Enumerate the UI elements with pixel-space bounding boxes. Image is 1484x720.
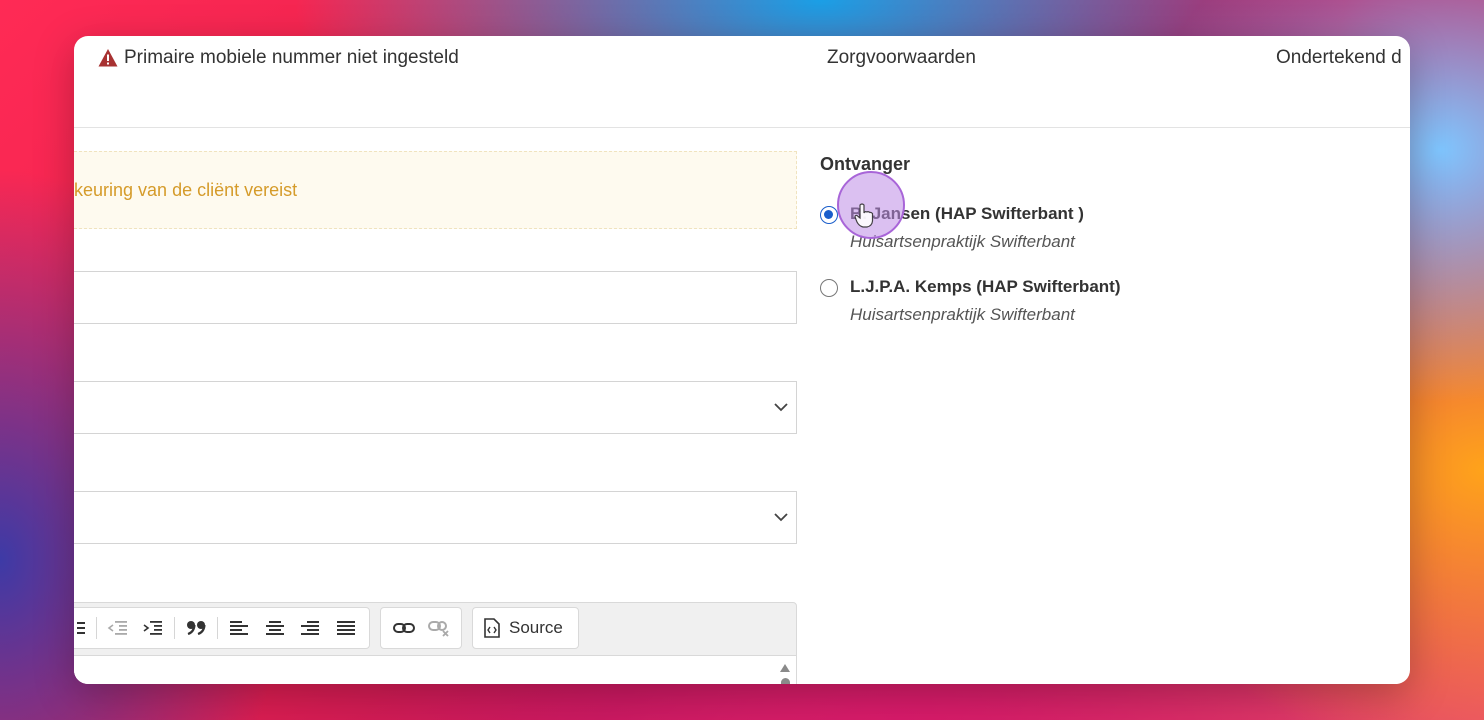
list-icon: [76, 622, 85, 634]
source-label: Source: [509, 618, 563, 637]
signed-text: Ondertekend d: [1276, 47, 1402, 68]
indent-button[interactable]: [138, 613, 168, 643]
text-input-field[interactable]: [74, 271, 797, 324]
toolbar-separator: [174, 617, 176, 639]
align-right-button[interactable]: [295, 613, 325, 643]
rich-text-editor: Source: [74, 602, 797, 684]
warning-triangle-icon: [98, 49, 118, 67]
mobile-number-warning: Primaire mobiele nummer niet ingesteld: [98, 46, 459, 70]
align-right-icon: [301, 621, 320, 635]
alert-text: dkeuring van de cliënt vereist: [74, 180, 298, 200]
editor-content-area[interactable]: [74, 655, 796, 684]
recipient-radio-1[interactable]: [820, 206, 838, 224]
toolbar-link-group: [380, 607, 462, 649]
toolbar-separator: [216, 617, 218, 639]
recipient-name: L.J.P.A. Kemps (HAP Swifterbant): [850, 277, 1121, 296]
care-conditions-text: Zorgvoorwaarden: [827, 47, 976, 68]
recipient-details-2: L.J.P.A. Kemps (HAP Swifterbant) Huisart…: [850, 277, 1120, 325]
align-left-icon: [229, 621, 248, 635]
recipient-title: Ontvanger: [820, 154, 911, 174]
align-left-button[interactable]: [224, 613, 254, 643]
recipient-option-2[interactable]: L.J.P.A. Kemps (HAP Swifterbant) Huisart…: [820, 277, 1120, 325]
link-button[interactable]: [389, 613, 418, 643]
recipient-organization: Huisartsenpraktijk Swifterbant: [850, 305, 1075, 324]
app-window: Primaire mobiele nummer niet ingesteld Z…: [74, 36, 1410, 684]
blockquote-icon: [187, 621, 206, 636]
recipient-panel: Ontvanger B. Jansen (HAP Swifterbant ) H…: [820, 154, 1380, 324]
align-center-icon: [265, 621, 284, 635]
scrollbar-thumb[interactable]: [781, 678, 790, 684]
indent-icon: [143, 621, 163, 635]
unlink-icon: [427, 621, 449, 637]
source-button[interactable]: Source: [472, 607, 579, 649]
scrollbar-up-arrow[interactable]: [780, 664, 790, 672]
link-icon: [392, 623, 415, 633]
align-justify-button[interactable]: [331, 613, 361, 643]
select-field-2[interactable]: [74, 491, 797, 544]
toolbar-separator: [95, 617, 97, 639]
top-status-bar: Primaire mobiele nummer niet ingesteld Z…: [74, 36, 1410, 128]
outdent-icon: [107, 621, 127, 635]
toolbar-format-group: [74, 607, 370, 649]
chevron-down-icon: [774, 513, 788, 522]
outdent-button[interactable]: [103, 613, 133, 643]
unlink-button[interactable]: [424, 613, 453, 643]
source-icon: [484, 618, 500, 638]
list-button[interactable]: [74, 613, 90, 643]
warning-text: Primaire mobiele nummer niet ingesteld: [124, 47, 459, 68]
hand-cursor-icon: [854, 203, 874, 228]
chevron-down-icon: [774, 403, 788, 412]
care-conditions-label[interactable]: Zorgvoorwaarden: [827, 46, 976, 70]
consent-alert: dkeuring van de cliënt vereist: [74, 151, 797, 229]
recipient-radio-2[interactable]: [820, 279, 838, 297]
align-justify-icon: [337, 621, 356, 635]
align-center-button[interactable]: [260, 613, 290, 643]
select-field-1[interactable]: [74, 381, 797, 434]
blockquote-button[interactable]: [181, 613, 211, 643]
source-button-content: Source: [481, 618, 565, 638]
signed-label: Ondertekend d: [1276, 46, 1402, 70]
